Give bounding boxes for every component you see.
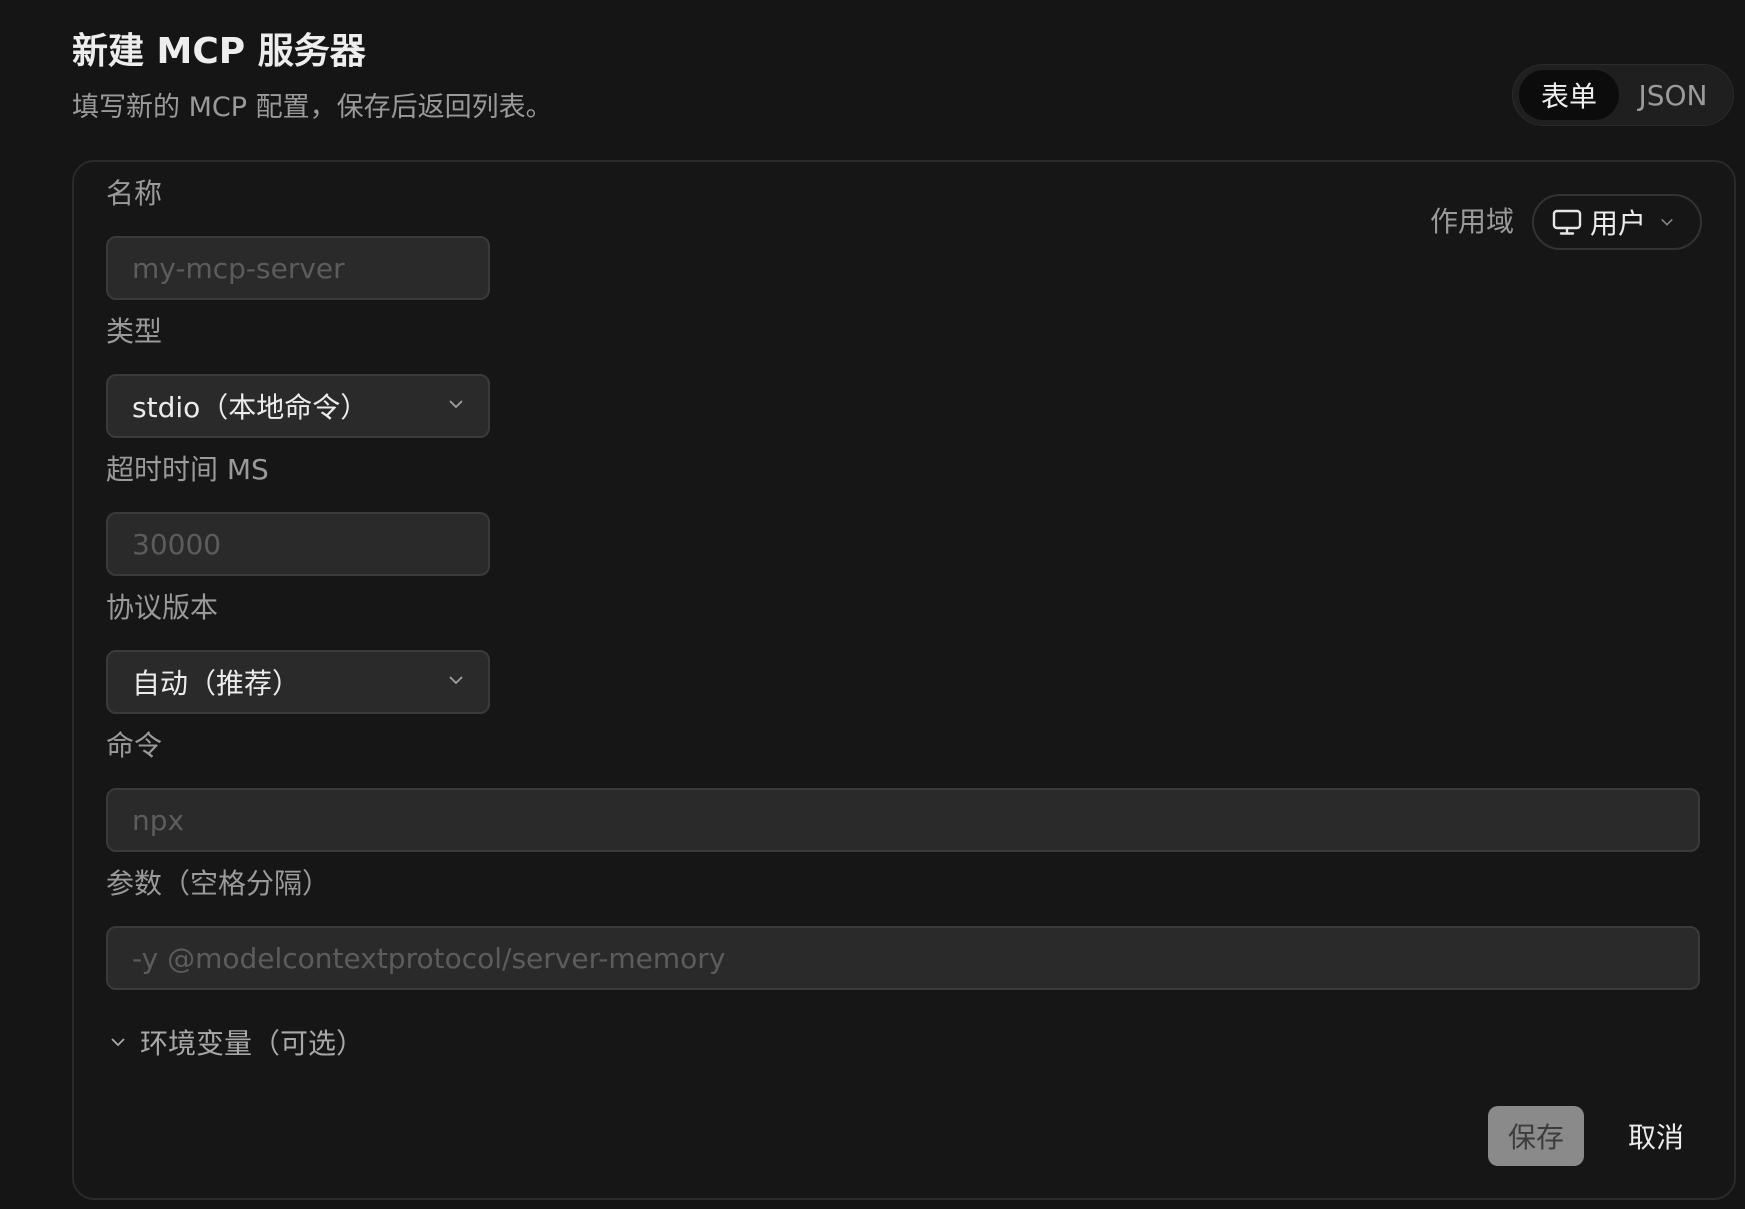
- cancel-button[interactable]: 取消: [1608, 1106, 1704, 1166]
- mode-toggle: 表单 JSON: [1512, 64, 1734, 126]
- env-vars-toggle[interactable]: 环境变量（可选）: [110, 1022, 364, 1062]
- save-button[interactable]: 保存: [1488, 1106, 1584, 1166]
- command-label: 命令: [106, 729, 163, 762]
- timeout-label: 超时时间 MS: [106, 453, 269, 486]
- args-label: 参数（空格分隔）: [106, 867, 331, 900]
- timeout-input[interactable]: 30000: [106, 512, 490, 576]
- chevron-down-icon: [111, 1038, 125, 1047]
- form-card: 作用域 用户 名称 my-mcp-server 类型 stdio（本地命令） 超…: [72, 160, 1736, 1200]
- page-title: 新建 MCP 服务器: [72, 31, 366, 72]
- tab-json[interactable]: JSON: [1619, 70, 1727, 120]
- protocol-value: 自动（推荐）: [132, 667, 301, 700]
- scope-select[interactable]: 用户: [1532, 194, 1702, 250]
- name-placeholder: my-mcp-server: [132, 251, 345, 285]
- protocol-label: 协议版本: [106, 591, 219, 624]
- timeout-placeholder: 30000: [132, 527, 222, 561]
- chevron-down-icon: [449, 676, 463, 685]
- new-mcp-server-page: 新建 MCP 服务器 填写新的 MCP 配置，保存后返回列表。 表单 JSON …: [0, 0, 1745, 1209]
- name-label: 名称: [106, 177, 163, 210]
- tab-form[interactable]: 表单: [1519, 70, 1619, 120]
- chevron-down-icon: [1661, 218, 1673, 226]
- scope-value: 用户: [1590, 207, 1647, 240]
- type-label: 类型: [106, 315, 163, 348]
- args-input[interactable]: -y @modelcontextprotocol/server-memory: [106, 926, 1700, 990]
- monitor-icon: [1552, 209, 1582, 235]
- type-select[interactable]: stdio（本地命令）: [106, 374, 490, 438]
- args-placeholder: -y @modelcontextprotocol/server-memory: [132, 941, 726, 975]
- page-subtitle: 填写新的 MCP 配置，保存后返回列表。: [72, 92, 553, 123]
- command-input[interactable]: npx: [106, 788, 1700, 852]
- protocol-select[interactable]: 自动（推荐）: [106, 650, 490, 714]
- command-placeholder: npx: [132, 803, 185, 837]
- env-vars-label: 环境变量（可选）: [140, 1027, 365, 1060]
- scope-label: 作用域: [1430, 205, 1515, 238]
- type-value: stdio（本地命令）: [132, 391, 369, 424]
- chevron-down-icon: [449, 400, 463, 409]
- name-input[interactable]: my-mcp-server: [106, 236, 490, 300]
